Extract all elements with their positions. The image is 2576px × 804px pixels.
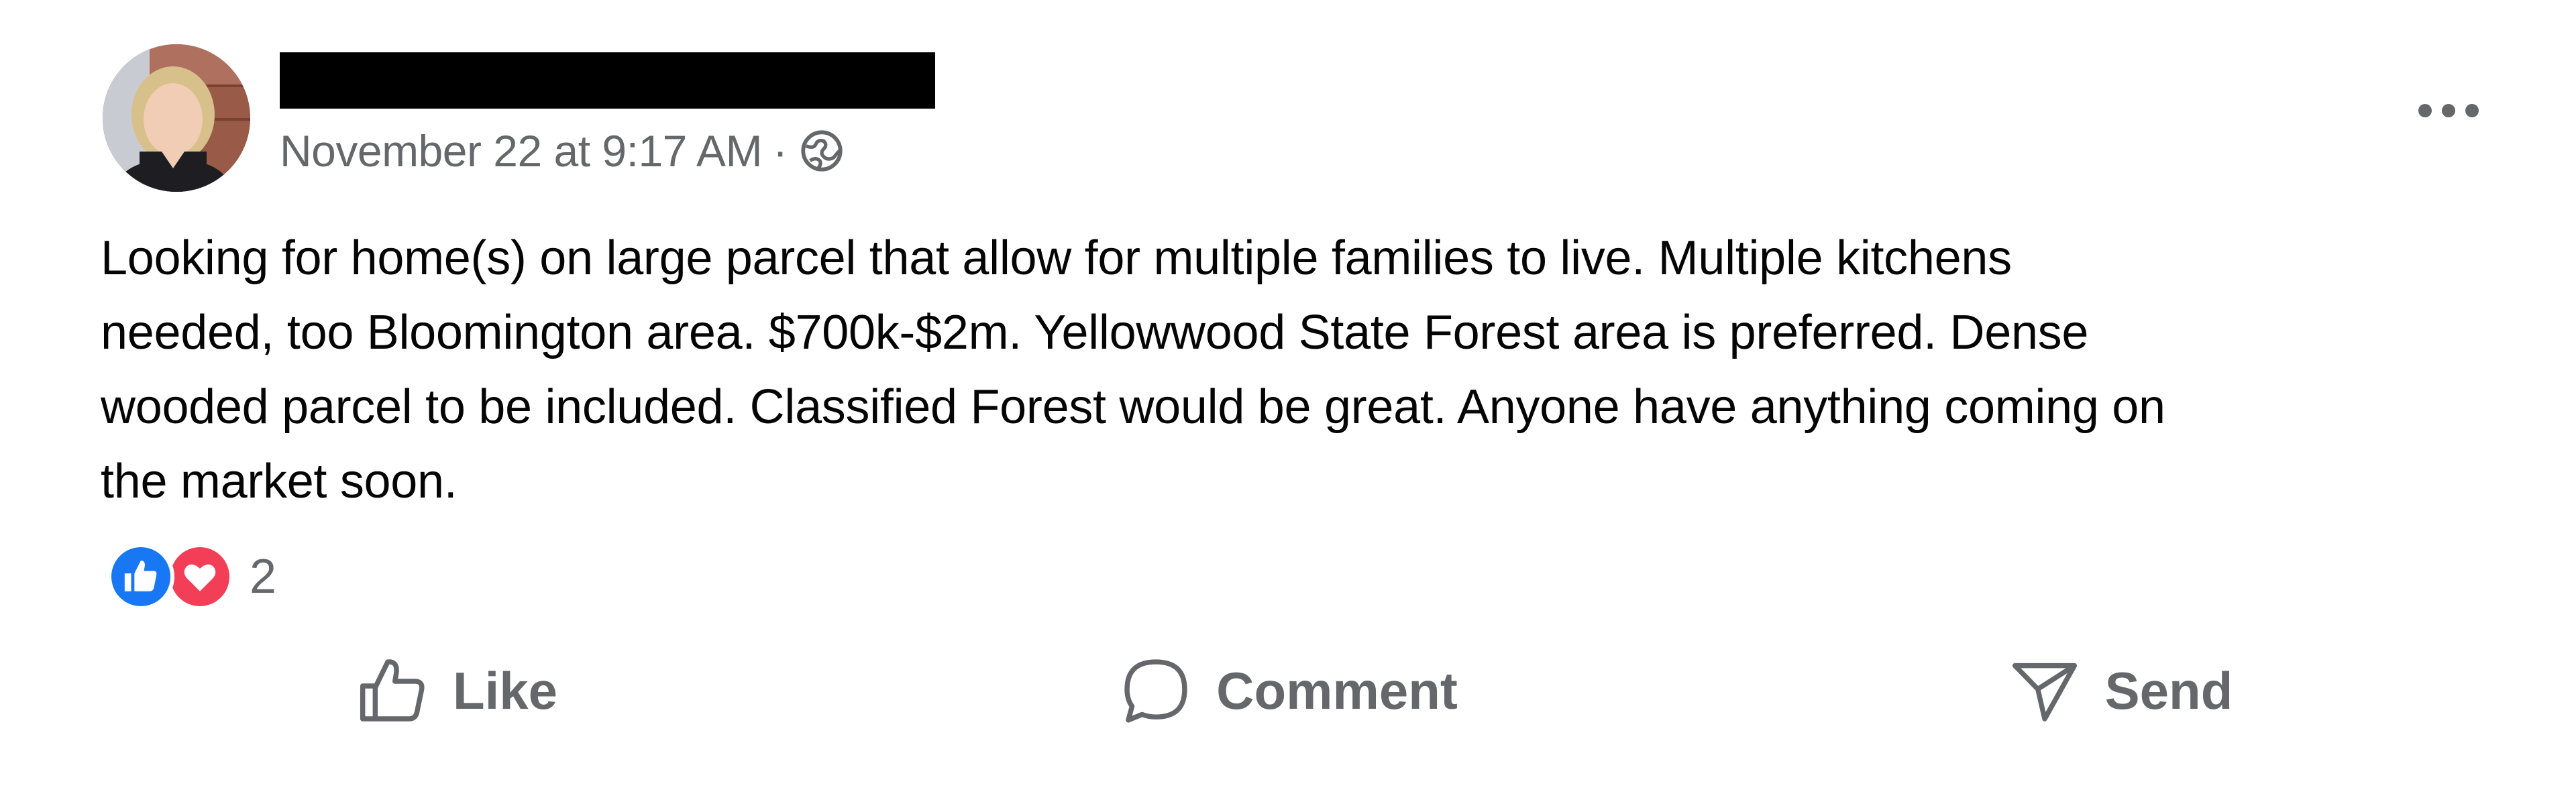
send-icon bbox=[2007, 653, 2082, 728]
send-button-label: Send bbox=[2104, 661, 2233, 720]
reaction-count: 2 bbox=[250, 550, 277, 604]
reactions-summary[interactable]: 2 bbox=[107, 543, 276, 610]
like-reaction-icon bbox=[107, 543, 174, 610]
post-card: November 22 at 9:17 AM · Looking for hom… bbox=[0, 0, 2576, 804]
more-horizontal-icon bbox=[2418, 104, 2479, 117]
send-button[interactable]: Send bbox=[1704, 644, 2536, 738]
love-reaction-icon bbox=[166, 543, 233, 610]
post-text-line: needed, too Bloomington area. $700k-$2m.… bbox=[101, 306, 2089, 359]
comment-button[interactable]: Comment bbox=[872, 644, 1704, 738]
avatar-image bbox=[103, 44, 250, 192]
post-text-line: the market soon. bbox=[101, 455, 458, 508]
globe-icon[interactable] bbox=[798, 127, 845, 174]
comment-button-label: Comment bbox=[1216, 661, 1458, 720]
comment-bubble-icon bbox=[1118, 653, 1193, 728]
more-options-button[interactable] bbox=[2398, 87, 2499, 134]
post-meta: November 22 at 9:17 AM · bbox=[280, 124, 845, 178]
post-timestamp[interactable]: November 22 at 9:17 AM bbox=[280, 125, 763, 176]
author-avatar[interactable] bbox=[103, 44, 250, 192]
like-button[interactable]: Like bbox=[40, 644, 872, 738]
post-text-line: Looking for home(s) on large parcel that… bbox=[101, 231, 2012, 285]
author-name-redacted[interactable] bbox=[280, 52, 935, 109]
post-body-text: Looking for home(s) on large parcel that… bbox=[101, 221, 2522, 519]
meta-separator: · bbox=[773, 126, 788, 176]
like-button-label: Like bbox=[452, 661, 558, 720]
post-actions-bar: Like Comment Send bbox=[40, 644, 2536, 738]
post-text-line: wooded parcel to be included. Classified… bbox=[101, 380, 2165, 434]
thumbs-up-icon bbox=[355, 653, 430, 728]
